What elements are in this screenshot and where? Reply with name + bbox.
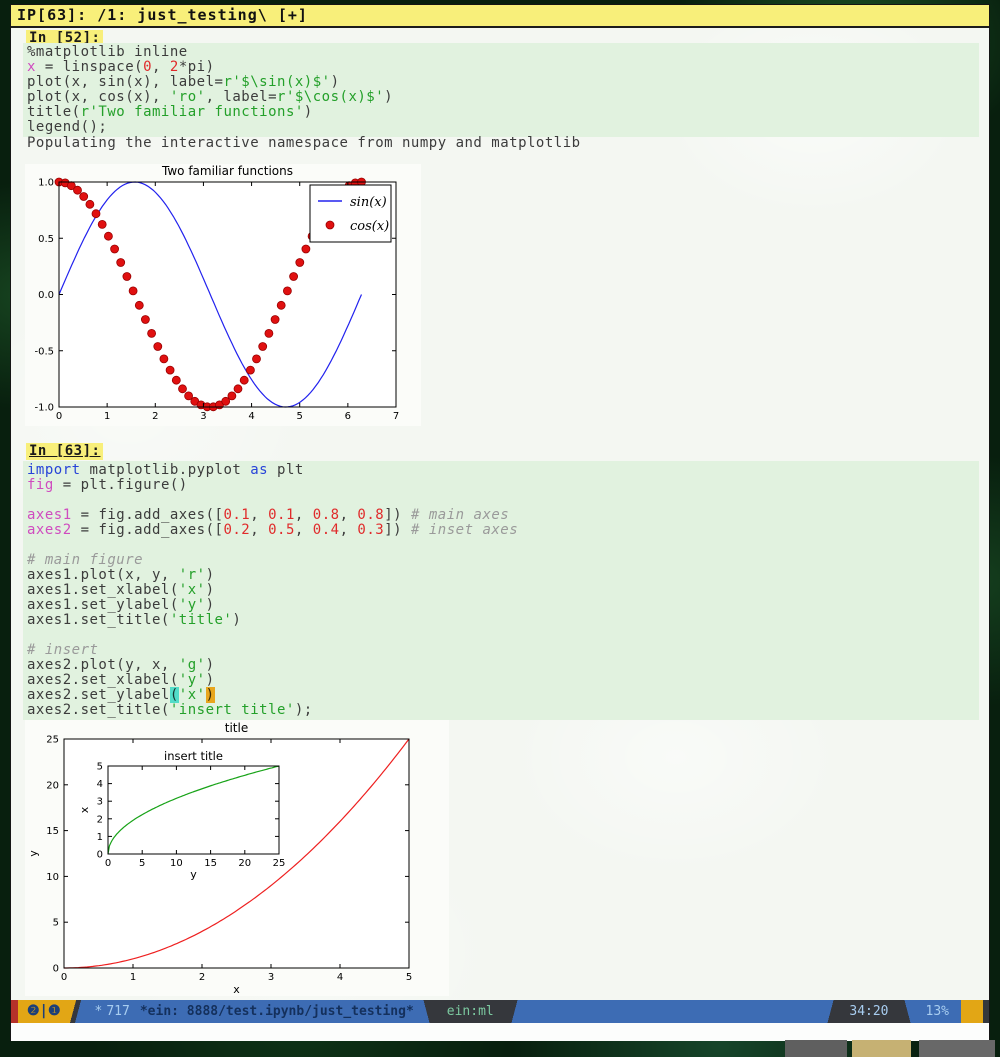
svg-text:5: 5 <box>97 762 103 773</box>
svg-text:y: y <box>190 868 197 881</box>
svg-text:2: 2 <box>97 814 103 825</box>
modeline: ❷|❶ * 717 *ein: 8888/test.ipynb/just_tes… <box>11 1000 989 1023</box>
buffer-name: *ein: 8888/test.ipynb/just_testing* <box>140 1000 414 1023</box>
svg-text:1.0: 1.0 <box>38 178 54 189</box>
svg-text:insert title: insert title <box>164 749 223 763</box>
svg-text:0: 0 <box>56 411 62 422</box>
clock-display: 34:20 <box>837 1000 900 1023</box>
modeline-endcap <box>983 1000 989 1023</box>
svg-text:20: 20 <box>238 858 251 869</box>
taskbar-window-3[interactable] <box>919 1040 995 1057</box>
emacs-frame: IP[63]: /1: just_testing\ [+] In [52]: %… <box>10 4 990 1041</box>
window-number-segment: ❷|❶ <box>18 1000 70 1023</box>
svg-text:5: 5 <box>406 972 412 983</box>
svg-text:x: x <box>233 983 240 996</box>
plot-sin-cos: 0 1 2 3 4 5 6 7 -1.0 -0.5 0.0 0.5 1.0 Two familiar fu… <box>25 164 421 426</box>
svg-text:3: 3 <box>268 972 274 983</box>
svg-text:10: 10 <box>46 872 59 883</box>
svg-text:1: 1 <box>104 411 110 422</box>
modified-flag: * <box>95 1000 103 1023</box>
svg-text:15: 15 <box>46 826 59 837</box>
svg-text:title: title <box>225 721 248 735</box>
svg-text:sin(x): sin(x) <box>350 195 387 210</box>
buffer-segment: * 717 *ein: 8888/test.ipynb/just_testing… <box>83 1000 420 1023</box>
svg-text:1: 1 <box>97 832 103 843</box>
svg-text:25: 25 <box>46 735 59 746</box>
svg-text:25: 25 <box>273 858 286 869</box>
add-cell-button[interactable]: [+] <box>278 6 308 24</box>
code-text-52[interactable]: %matplotlib inlinex = linspace(0, 2*pi)p… <box>27 45 979 135</box>
svg-text:0: 0 <box>61 972 67 983</box>
svg-text:5: 5 <box>139 858 145 869</box>
svg-text:Two familiar functions: Two familiar functions <box>161 164 293 178</box>
powerline-separator <box>508 1000 521 1023</box>
svg-text:-0.5: -0.5 <box>34 346 54 357</box>
svg-text:3: 3 <box>200 411 206 422</box>
svg-text:4: 4 <box>248 411 254 422</box>
svg-text:2: 2 <box>152 411 158 422</box>
battery-percentage: 13% <box>914 1000 961 1023</box>
svg-text:5: 5 <box>297 411 303 422</box>
battery-icon <box>961 1000 983 1023</box>
svg-text:0: 0 <box>53 964 59 975</box>
notebook-header-line: IP[63]: /1: just_testing\ [+] <box>11 5 989 28</box>
svg-text:4: 4 <box>97 779 103 790</box>
svg-text:0.0: 0.0 <box>38 290 54 301</box>
svg-text:10: 10 <box>170 858 183 869</box>
buffer-position: 717 <box>106 1000 129 1023</box>
svg-text:5: 5 <box>53 918 59 929</box>
powerline-separator <box>70 1000 83 1023</box>
svg-text:2: 2 <box>199 972 205 983</box>
svg-text:4: 4 <box>337 972 343 983</box>
svg-text:6: 6 <box>345 411 351 422</box>
cell-prompt-in-63: In [63]: <box>26 443 103 460</box>
svg-text:15: 15 <box>204 858 217 869</box>
taskbar-window-1[interactable] <box>785 1040 847 1057</box>
svg-text:3: 3 <box>97 797 103 808</box>
svg-text:20: 20 <box>46 780 59 791</box>
svg-text:0.5: 0.5 <box>38 234 54 245</box>
header-title: IP[63]: /1: just_testing\ <box>17 6 278 24</box>
powerline-separator <box>824 1000 837 1023</box>
code-cell-52[interactable]: %matplotlib inlinex = linspace(0, 2*pi)p… <box>23 43 979 137</box>
modeline-accent-bar <box>11 1000 18 1023</box>
major-mode-segment: ein:ml <box>433 1000 508 1023</box>
code-cell-63[interactable]: import matplotlib.pyplot as pltfig = plt… <box>23 461 979 720</box>
taskbar-window-2[interactable] <box>852 1040 911 1057</box>
svg-text:cos(x): cos(x) <box>350 219 389 234</box>
svg-text:0: 0 <box>105 858 111 869</box>
svg-text:y: y <box>27 850 40 857</box>
svg-text:x: x <box>78 806 91 813</box>
cell-output-text: Populating the interactive namespace fro… <box>27 136 581 151</box>
svg-text:7: 7 <box>393 411 399 422</box>
plot-title-figure: 0 1 2 3 4 5 0 5 10 15 20 25 title x y 0 5 10 15 20 25 0 1 2 3 4 5 i… <box>25 720 449 996</box>
svg-text:0: 0 <box>97 850 103 861</box>
svg-text:1: 1 <box>130 972 136 983</box>
modeline-filler <box>521 1000 825 1023</box>
code-text-63[interactable]: import matplotlib.pyplot as pltfig = plt… <box>27 463 979 718</box>
powerline-separator <box>420 1000 433 1023</box>
powerline-separator <box>901 1000 914 1023</box>
svg-text:-1.0: -1.0 <box>34 403 54 414</box>
echo-area <box>11 1023 989 1041</box>
